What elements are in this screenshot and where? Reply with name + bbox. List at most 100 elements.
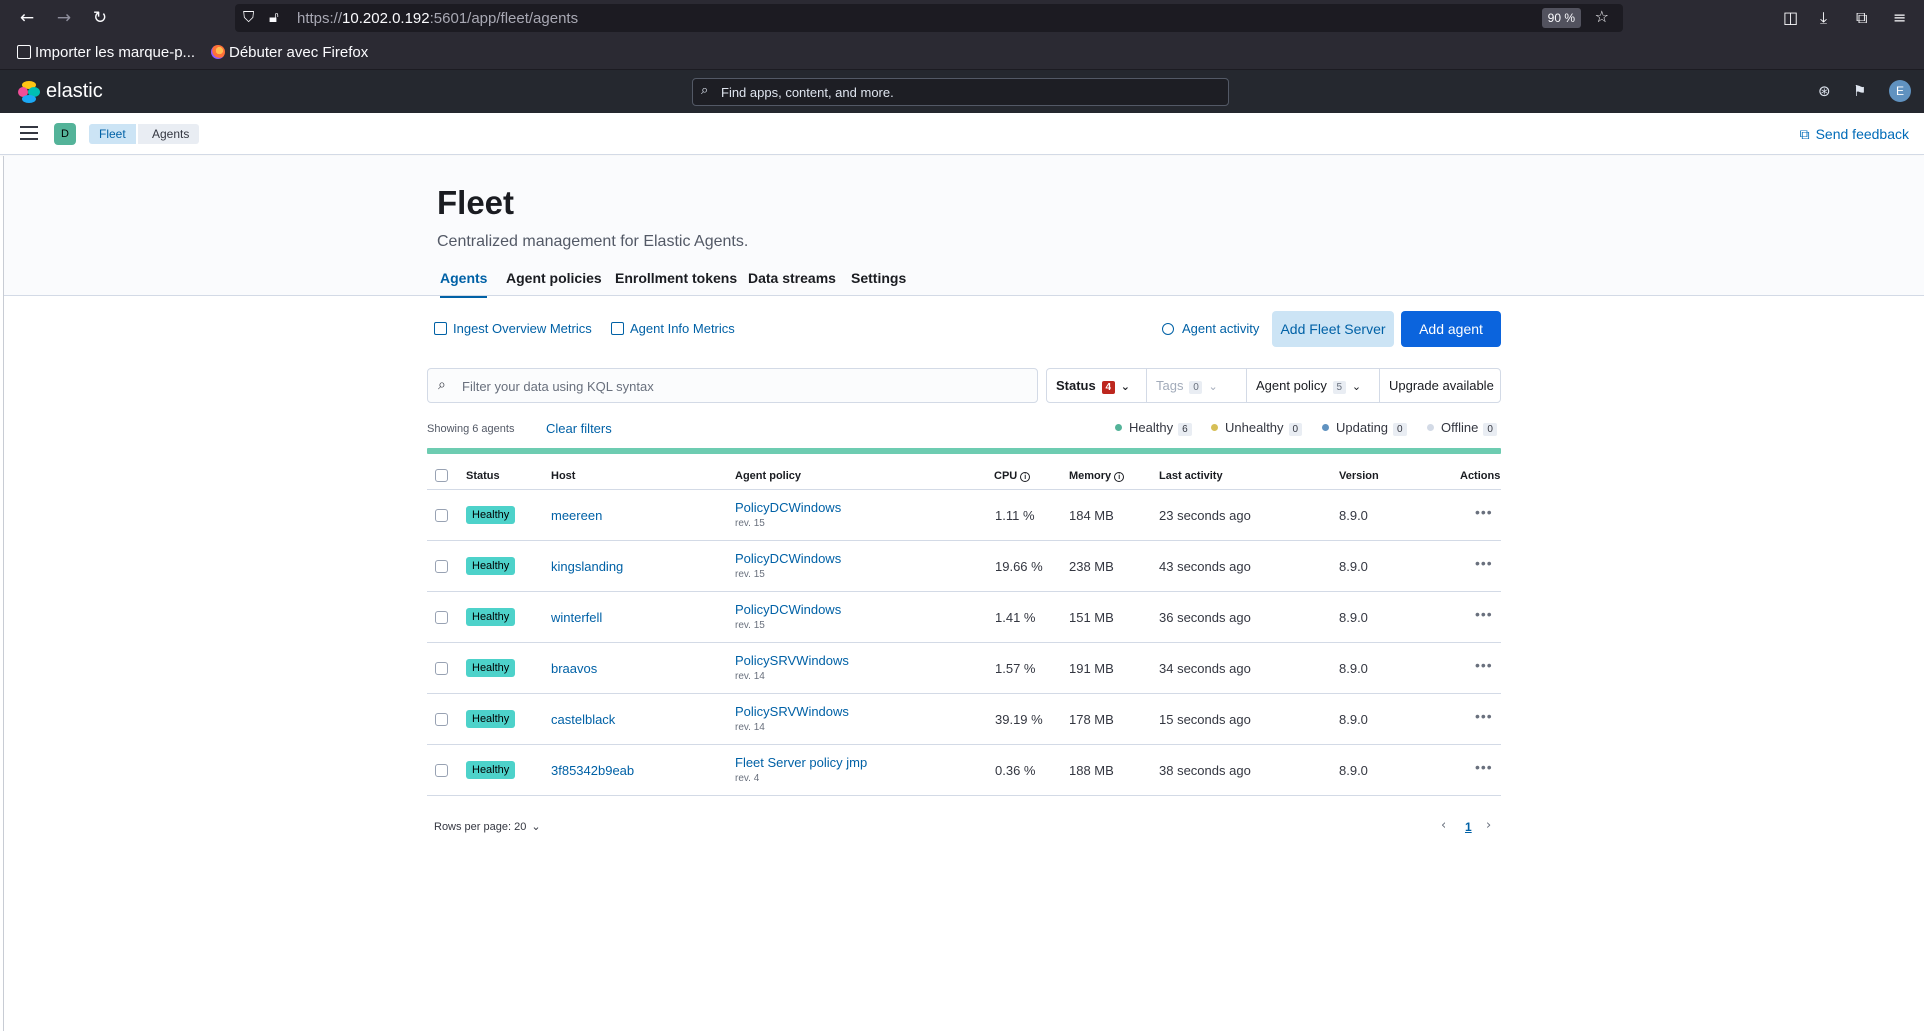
policy-revision: rev. 15 <box>735 620 765 631</box>
version-value: 8.9.0 <box>1339 610 1368 625</box>
status-badge: Healthy <box>466 557 516 575</box>
column-host[interactable]: Host <box>551 470 575 482</box>
send-feedback-link[interactable]: ⧉ Send feedback <box>1800 126 1909 143</box>
bookmark-firefox[interactable]: Débuter avec Firefox <box>211 44 368 61</box>
add-agent-button[interactable]: Add agent <box>1401 311 1501 347</box>
row-checkbox[interactable] <box>435 611 448 624</box>
forward-icon[interactable]: → <box>53 7 75 29</box>
info-icon[interactable]: i <box>1114 472 1125 482</box>
host-link[interactable]: meereen <box>551 508 602 523</box>
search-placeholder: Find apps, content, and more. <box>721 85 894 100</box>
tab-enrollment-tokens[interactable]: Enrollment tokens <box>615 270 737 296</box>
row-checkbox[interactable] <box>435 764 448 777</box>
user-avatar[interactable]: E <box>1889 80 1911 102</box>
lock-icon[interactable]: 🔓︎ <box>269 8 279 26</box>
rows-per-page-select[interactable]: Rows per page: 20 ⌄ <box>434 820 541 833</box>
policy-revision: rev. 15 <box>735 569 765 580</box>
firefox-icon <box>211 45 225 59</box>
menu-icon[interactable]: ≡ <box>1893 8 1906 27</box>
breadcrumb-fleet[interactable]: Fleet <box>89 124 136 144</box>
column-memory[interactable]: Memory i <box>1069 470 1125 482</box>
space-avatar[interactable]: D <box>54 123 76 145</box>
memory-value: 184 MB <box>1069 508 1114 523</box>
agent-policy-cell: PolicySRVWindows rev. 14 <box>735 653 849 682</box>
agent-info-metrics-link[interactable]: Agent Info Metrics <box>611 321 735 336</box>
add-fleet-server-button[interactable]: Add Fleet Server <box>1272 311 1394 347</box>
policy-link[interactable]: PolicyDCWindows <box>735 602 841 617</box>
column-status[interactable]: Status <box>466 470 500 482</box>
more-actions-icon[interactable]: ••• <box>1475 606 1493 622</box>
agent-policy-cell: PolicyDCWindows rev. 15 <box>735 551 841 580</box>
last-activity-value: 23 seconds ago <box>1159 508 1251 523</box>
column-version[interactable]: Version <box>1339 470 1379 482</box>
elastic-logo-icon[interactable] <box>18 81 40 103</box>
column-cpu[interactable]: CPU i <box>994 470 1031 482</box>
bookmark-import[interactable]: Importer les marque-p... <box>17 44 195 61</box>
host-link[interactable]: 3f85342b9eab <box>551 763 634 778</box>
clear-filters-button[interactable]: Clear filters <box>546 421 612 436</box>
tab-agent-policies[interactable]: Agent policies <box>506 270 602 296</box>
global-search-input[interactable]: ⌕ Find apps, content, and more. <box>692 78 1229 106</box>
import-icon <box>17 45 31 59</box>
tab-data-streams[interactable]: Data streams <box>748 270 836 296</box>
help-icon[interactable]: ⊛ <box>1818 82 1831 100</box>
ingest-overview-metrics-link[interactable]: Ingest Overview Metrics <box>434 321 592 336</box>
url-text[interactable]: https://10.202.0.192:5601/app/fleet/agen… <box>297 10 578 27</box>
upgrade-available-filter[interactable]: Upgrade available <box>1380 369 1500 402</box>
agent-activity-button[interactable]: Agent activity <box>1162 321 1259 336</box>
more-actions-icon[interactable]: ••• <box>1475 555 1493 571</box>
status-filter[interactable]: Status 4 ⌄ <box>1047 369 1147 402</box>
clock-icon <box>1162 323 1174 335</box>
brand-name[interactable]: elastic <box>46 80 103 103</box>
column-agent-policy[interactable]: Agent policy <box>735 470 801 482</box>
row-checkbox[interactable] <box>435 662 448 675</box>
pocket-icon[interactable]: ◫ <box>1783 8 1798 27</box>
policy-link[interactable]: PolicyDCWindows <box>735 551 841 566</box>
host-link[interactable]: kingslanding <box>551 559 623 574</box>
version-value: 8.9.0 <box>1339 763 1368 778</box>
select-all-checkbox[interactable] <box>435 469 448 482</box>
tab-agents[interactable]: Agents <box>440 270 488 298</box>
zoom-level[interactable]: 90 % <box>1541 8 1581 28</box>
previous-page-icon[interactable]: ‹ <box>1441 818 1446 833</box>
policy-link[interactable]: PolicySRVWindows <box>735 653 849 668</box>
legend-offline: Offline 0 <box>1427 420 1497 436</box>
column-actions: Actions <box>1460 470 1501 482</box>
host-link[interactable]: castelblack <box>551 712 615 727</box>
more-actions-icon[interactable]: ••• <box>1475 657 1493 673</box>
next-page-icon[interactable]: › <box>1486 818 1491 833</box>
row-checkbox[interactable] <box>435 560 448 573</box>
shield-icon[interactable]: ⛉ <box>243 8 254 26</box>
more-actions-icon[interactable]: ••• <box>1475 708 1493 724</box>
status-badge: Healthy <box>466 710 516 728</box>
page-1-button[interactable]: 1 <box>1465 820 1472 834</box>
extensions-icon[interactable]: ⧉ <box>1856 8 1867 28</box>
back-icon[interactable]: ← <box>16 7 38 29</box>
table-row: Healthy kingslanding PolicyDCWindows rev… <box>427 541 1501 592</box>
kql-search-input[interactable]: ⌕ Filter your data using KQL syntax <box>427 368 1038 403</box>
agent-policy-filter[interactable]: Agent policy 5 ⌄ <box>1247 369 1380 402</box>
more-actions-icon[interactable]: ••• <box>1475 504 1493 520</box>
policy-link[interactable]: PolicyDCWindows <box>735 500 841 515</box>
newsfeed-icon[interactable]: ⚑ <box>1853 82 1866 100</box>
bookmark-star-icon[interactable]: ☆ <box>1595 7 1609 26</box>
status-badge: Healthy <box>466 506 516 524</box>
memory-value: 188 MB <box>1069 763 1114 778</box>
tags-filter[interactable]: Tags 0 ⌄ <box>1147 369 1247 402</box>
agent-policy-cell: PolicySRVWindows rev. 14 <box>735 704 849 733</box>
hamburger-menu-icon[interactable] <box>20 126 38 144</box>
policy-link[interactable]: PolicySRVWindows <box>735 704 849 719</box>
policy-link[interactable]: Fleet Server policy jmp <box>735 755 867 770</box>
info-icon[interactable]: i <box>1020 472 1031 482</box>
download-icon[interactable]: ⤓ <box>1820 8 1827 28</box>
row-checkbox[interactable] <box>435 509 448 522</box>
address-bar[interactable]: ⛉ 🔓︎ https://10.202.0.192:5601/app/fleet… <box>235 4 1623 32</box>
column-last-activity[interactable]: Last activity <box>1159 470 1223 482</box>
row-checkbox[interactable] <box>435 713 448 726</box>
host-link[interactable]: braavos <box>551 661 597 676</box>
host-link[interactable]: winterfell <box>551 610 602 625</box>
tab-settings[interactable]: Settings <box>851 270 906 296</box>
agent-policy-cell: PolicyDCWindows rev. 15 <box>735 500 841 529</box>
reload-icon[interactable]: ↻ <box>89 7 111 29</box>
more-actions-icon[interactable]: ••• <box>1475 759 1493 775</box>
